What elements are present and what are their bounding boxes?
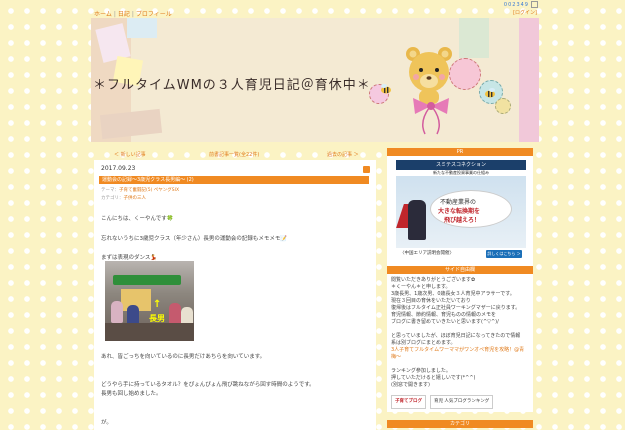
header-decoration (127, 18, 157, 38)
article-photo[interactable]: ↑ 長男 (105, 261, 194, 341)
theme-link[interactable]: 子育て奮闘記(5) ペヤングSIX (119, 188, 179, 193)
photo-label: 長男 (149, 314, 165, 323)
rss-icon[interactable] (363, 166, 370, 173)
ad-text: 不動産業界の (440, 199, 477, 206)
nav-profile-link[interactable]: プロフィール (136, 11, 172, 18)
nav-diary-link[interactable]: 日記 (118, 11, 130, 18)
article-category: カテゴリ：子供の三人 (101, 195, 146, 201)
article-text: が。 (101, 420, 112, 426)
older-article-link[interactable]: 過去の記事 ＞ (327, 151, 359, 158)
header-decoration (519, 18, 539, 142)
photo-detail (111, 301, 123, 323)
free-line: ランキング参加しました。 (391, 368, 451, 374)
access-counter: 002349 (504, 1, 538, 8)
free-line: 系は別ブログにまとめます。 (391, 340, 456, 346)
header-decoration (459, 18, 489, 58)
article-text: どうやら手に持っているタオル？をぴょんぴょん飛び跳ねながら回す時間のようです。 (101, 382, 315, 388)
free-line: ブログに書き留めていきたいと思います(^▽^)/ (391, 319, 499, 325)
link-icon[interactable] (531, 1, 538, 8)
ad-text: 飛び越えろ！ (444, 217, 481, 224)
nav-separator: | (113, 11, 116, 18)
bear-illustration (406, 47, 452, 104)
article-text: あれ、皆ごっちを向いているのに長男だけあちらを向いています。 (101, 354, 266, 360)
free-line: 現在３回目の育休をいただいており (391, 298, 471, 304)
bee-illustration (381, 84, 391, 94)
article-text: まずは表現のダンス💃 (101, 255, 158, 261)
free-line: 閲覧いただきありがとうございます✿ (391, 277, 476, 283)
nav-separator: | (131, 11, 134, 18)
blog-title[interactable]: ＊フルタイムWMの３人育児日記＠育休中＊ (93, 74, 371, 93)
counter-value: 002349 (503, 2, 529, 8)
ribbon-bow (413, 98, 449, 135)
free-line: 3歳長男、1歳次男、0歳長女３人育児中アラサーです。 (391, 291, 515, 297)
free-line: (別窓で開きます) (391, 382, 430, 388)
article-theme: テーマ：子育て奮闘記(5) ペヤングSIX (101, 187, 179, 193)
flower-decoration (495, 98, 511, 114)
header-decoration (99, 108, 163, 140)
free-line: 復帰後はフルタイム正社員ワーキングマザーに戻ります。 (391, 305, 521, 311)
article-text: こんにちは、くーやんです🍀 (101, 216, 174, 222)
ad-figure (408, 200, 426, 240)
ranking-button-kosodate[interactable]: 子育てブログ (391, 395, 426, 409)
free-area-heading: サイド自由欄 (387, 266, 533, 274)
photo-detail (113, 275, 181, 285)
flower-decoration (449, 58, 481, 90)
nav-home-link[interactable]: ホーム (94, 11, 112, 18)
free-line: ＊くーやん＊と申します。 (391, 284, 451, 290)
ranking-button-ikuji[interactable]: 育児 人気ブログランキング (430, 395, 494, 409)
photo-detail (169, 303, 181, 325)
newer-article-link[interactable]: ＜ 新しい記事 (114, 151, 146, 158)
category-link[interactable]: 子供の三人 (124, 196, 147, 201)
article-title[interactable]: 運動会の記録〜3歳児クラス長男編〜 (2) (99, 176, 369, 184)
arrow-icon: ↑ (153, 299, 162, 310)
ad-banner[interactable]: スミテスコネクション 新たな不動産投資事業の仕組み 不動産業界の 大きな転換期を… (396, 160, 526, 260)
ad-text: 大きな転換期を (438, 208, 481, 215)
ad-details-button[interactable]: 詳しくはこちら ＞ (486, 250, 522, 258)
category-label: カテゴリ： (101, 196, 124, 201)
free-area: サイド自由欄 閲覧いただきありがとうございます✿ ＊くーやん＊と申します。 3歳… (387, 266, 533, 412)
bee-illustration (485, 88, 495, 98)
article-panel: 2017.09.23 運動会の記録〜3歳児クラス長男編〜 (2) テーマ：子育て… (94, 160, 376, 430)
pr-heading: PR (387, 148, 533, 156)
top-nav: ホーム | 日記 | プロフィール (94, 9, 172, 18)
login-link[interactable]: [ログイン] (513, 9, 537, 16)
category-section: カテゴリ (387, 420, 533, 428)
free-line: と思っていましたが、ほぼ育児日記になってきたので情報 (391, 333, 521, 339)
blog-header[interactable]: ＊フルタイムWMの３人育児日記＠育休中＊ (91, 18, 539, 142)
article-list-link[interactable]: 前書記事一覧(全22件) (209, 151, 259, 158)
free-line: 育児情報、節約情報、育児ものの情報のメモを (391, 312, 497, 318)
free-area-text: 閲覧いただきありがとうございます✿ ＊くーやん＊と申します。 3歳長男、1歳次男… (387, 274, 533, 389)
theme-label: テーマ： (101, 188, 119, 193)
article-date: 2017.09.23 (101, 165, 136, 172)
article-text: 長男も回し始めました。 (101, 391, 162, 397)
free-area-box: 閲覧いただきありがとうございます✿ ＊くーやん＊と申します。 3歳長男、1歳次男… (387, 274, 533, 412)
article-text: 忘れないうちに3歳児クラス（年少さん）長男の運動会の記録もメモメモ📝 (101, 236, 288, 242)
ad-header: スミテスコネクション (396, 160, 526, 170)
ranking-buttons: 子育てブログ 育児 人気ブログランキング (391, 395, 529, 409)
free-line: 押していただけると嬉しいです(*^^) (391, 375, 476, 381)
category-heading: カテゴリ (387, 420, 533, 428)
other-blog-link[interactable]: 3人子育てフルタイムワーママがワンオペ育児を攻略！@青梅〜 (391, 347, 529, 361)
photo-detail (105, 323, 194, 341)
